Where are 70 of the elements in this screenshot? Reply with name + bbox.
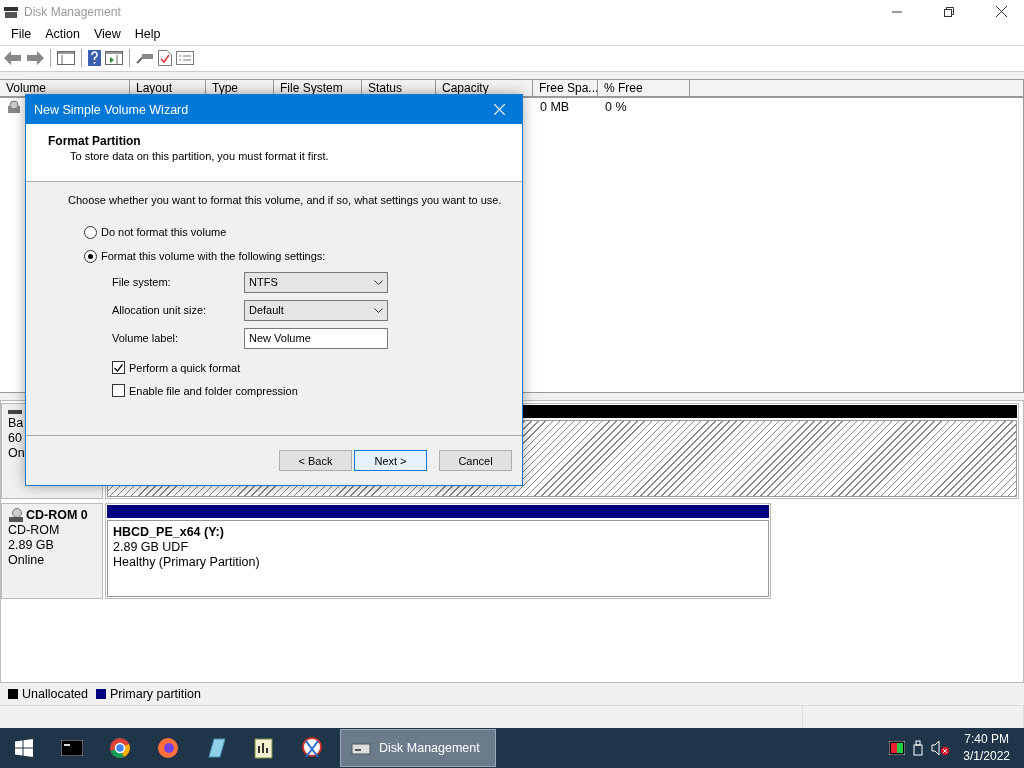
- chevron-icon: [374, 307, 383, 313]
- firefox-icon[interactable]: [157, 737, 179, 759]
- checkbox-label[interactable]: Perform a quick format: [129, 361, 241, 374]
- legend-label: Unallocated: [22, 687, 88, 702]
- wizard-heading: Format Partition: [48, 134, 142, 148]
- forward-arrow-icon[interactable]: [26, 51, 44, 66]
- action-pane-icon[interactable]: [105, 51, 123, 66]
- back-arrow-icon[interactable]: [4, 51, 22, 66]
- windows-start-icon[interactable]: [15, 739, 33, 757]
- window-title: Disk Management: [24, 4, 122, 19]
- checkbox-label[interactable]: Enable file and folder compression: [129, 384, 298, 397]
- drive-icon: [7, 99, 21, 114]
- instruction-text: Choose whether you want to format this volume, and if so, what settings you want to use.: [68, 194, 503, 206]
- color-icon[interactable]: [889, 741, 906, 755]
- table-cell: 0 %: [605, 99, 627, 114]
- column-header[interactable]: Free Spa...: [533, 79, 598, 96]
- clock-time[interactable]: 7:40 PM: [964, 731, 1009, 748]
- menu-item[interactable]: View: [86, 26, 128, 41]
- menu-item[interactable]: File: [4, 26, 39, 41]
- radio-label[interactable]: Do not format this volume: [101, 226, 227, 238]
- disk-management-icon: [4, 5, 18, 18]
- checked-document-icon[interactable]: [158, 50, 172, 67]
- dialog-title: New Simple Volume Wizard: [34, 102, 190, 117]
- disk-name: CD-ROM 0: [26, 508, 88, 524]
- console-tree-icon[interactable]: [57, 51, 75, 66]
- close-icon[interactable]: [995, 6, 1007, 17]
- disk-info: Online: [8, 553, 46, 569]
- wizard-subheading: To store data on this partition, you must format it first.: [69, 150, 330, 162]
- disk-info: 60: [8, 431, 23, 447]
- usb-drive-icon[interactable]: [913, 740, 924, 756]
- partition-name: HBCD_PE_x64 (Y:): [113, 525, 225, 541]
- partition-status: Healthy (Primary Partition): [113, 555, 261, 571]
- input-field[interactable]: New Volume: [244, 327, 388, 349]
- minimize-icon[interactable]: [892, 10, 902, 13]
- legend-label: Primary partition: [110, 687, 201, 702]
- chevron-icon: [374, 279, 383, 285]
- wizard-button[interactable]: Next >: [354, 450, 427, 471]
- chrome-icon[interactable]: [109, 737, 131, 759]
- setting-label: File system:: [112, 276, 172, 288]
- dropdown[interactable]: Default: [244, 299, 388, 321]
- checkbox[interactable]: [112, 384, 125, 397]
- column-header[interactable]: % Free: [598, 79, 690, 96]
- restore-icon[interactable]: [944, 6, 954, 17]
- setting-label: Allocation unit size:: [112, 304, 208, 316]
- properties-icon[interactable]: [176, 51, 194, 66]
- connect-icon[interactable]: [136, 51, 154, 66]
- radio-button[interactable]: [84, 249, 97, 263]
- wizard-button[interactable]: < Back: [279, 450, 352, 471]
- disk-info: Ba: [8, 416, 25, 432]
- console-icon[interactable]: [61, 740, 83, 756]
- menu-item[interactable]: Help: [127, 26, 168, 41]
- muted-speaker-icon[interactable]: [931, 740, 950, 756]
- taskbar-item[interactable]: Disk Management: [340, 729, 496, 767]
- setting-label: Volume label:: [112, 332, 180, 344]
- partition-size: 2.89 GB UDF: [113, 540, 190, 556]
- table-cell: 0 MB: [540, 99, 570, 114]
- partition-panel[interactable]: HBCD_PE_x64 (Y:) 2.89 GB UDF Healthy (Primary Partition): [107, 520, 769, 598]
- wizard-button[interactable]: Cancel: [439, 450, 512, 471]
- disk-info: 2.89 GB: [8, 538, 55, 554]
- dropdown[interactable]: NTFS: [244, 271, 388, 293]
- disk-info: CD-ROM: [8, 523, 61, 539]
- radio-label[interactable]: Format this volume with the following settings:: [101, 250, 326, 262]
- checkbox[interactable]: [112, 361, 125, 374]
- radio-button[interactable]: [84, 225, 97, 239]
- cd-drive-icon: [8, 508, 24, 524]
- disk-info: On: [8, 446, 26, 462]
- clock-date[interactable]: 3/1/2022: [963, 748, 1010, 765]
- help-icon[interactable]: [88, 50, 101, 67]
- menu-item[interactable]: Action: [38, 26, 87, 41]
- notepad-icon[interactable]: [253, 737, 275, 759]
